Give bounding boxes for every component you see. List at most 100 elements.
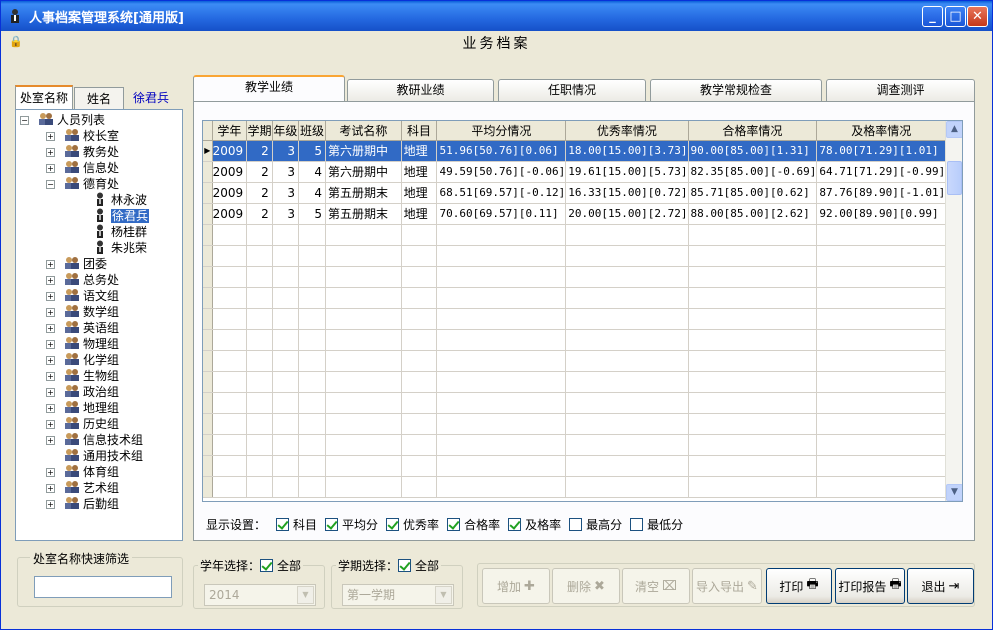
tree-node[interactable]: + 教务处 (16, 144, 182, 160)
table-row[interactable] (203, 413, 962, 435)
table-cell[interactable] (401, 413, 438, 435)
table-cell[interactable] (325, 224, 402, 246)
tab-survey-evaluation[interactable]: 调查测评 (826, 79, 975, 101)
close-button[interactable]: ✕ (967, 6, 988, 27)
table-cell[interactable]: 70.60[69.57][0.11] (436, 203, 567, 225)
tree-node[interactable]: + 地理组 (16, 400, 182, 416)
table-cell[interactable] (565, 371, 689, 393)
table-cell[interactable] (816, 266, 947, 288)
checkbox[interactable] (447, 518, 461, 531)
table-cell[interactable] (246, 308, 273, 330)
table-cell[interactable] (272, 224, 300, 246)
table-cell[interactable] (688, 371, 818, 393)
table-cell[interactable] (246, 245, 273, 267)
table-cell[interactable] (298, 434, 327, 456)
table-cell[interactable] (688, 350, 818, 372)
table-cell[interactable] (401, 245, 438, 267)
table-row[interactable] (203, 350, 962, 372)
table-cell[interactable] (212, 224, 248, 246)
table-cell[interactable] (436, 329, 567, 351)
scroll-down-icon[interactable]: ▼ (946, 484, 962, 501)
table-cell[interactable] (688, 224, 818, 246)
tree-node[interactable]: + 语文组 (16, 288, 182, 304)
display-option[interactable]: 最高分 (569, 516, 622, 533)
table-cell[interactable] (565, 245, 689, 267)
table-row[interactable] (203, 392, 962, 414)
row-indicator[interactable] (203, 161, 213, 183)
tree-node[interactable]: + 数学组 (16, 304, 182, 320)
table-cell[interactable] (565, 329, 689, 351)
tree-node[interactable]: 通用技术组 (16, 448, 182, 464)
column-header[interactable]: 考试名称 (325, 121, 402, 141)
checkbox[interactable] (508, 518, 522, 531)
row-indicator[interactable] (203, 371, 213, 393)
table-cell[interactable] (212, 413, 248, 435)
tree-node[interactable]: + 政治组 (16, 384, 182, 400)
table-cell[interactable]: 3 (272, 182, 300, 204)
table-cell[interactable] (246, 266, 273, 288)
table-cell[interactable] (565, 287, 689, 309)
table-cell[interactable] (298, 413, 327, 435)
column-header[interactable]: 学期 (246, 121, 273, 141)
term-select-combo[interactable]: 第一学期 ▼ (342, 584, 454, 606)
table-cell[interactable] (246, 329, 273, 351)
column-header[interactable]: 年级 (272, 121, 300, 141)
year-all-checkbox[interactable] (260, 559, 274, 572)
chevron-down-icon[interactable]: ▼ (297, 586, 314, 604)
table-cell[interactable] (401, 392, 438, 414)
expand-toggle[interactable]: + (46, 420, 55, 429)
expand-toggle[interactable]: + (46, 276, 55, 285)
table-cell[interactable] (212, 245, 248, 267)
table-cell[interactable] (298, 329, 327, 351)
tab-appointment[interactable]: 任职情况 (498, 79, 646, 101)
table-cell[interactable] (816, 434, 947, 456)
row-indicator[interactable] (203, 476, 213, 498)
tree-node[interactable]: + 艺术组 (16, 480, 182, 496)
table-cell[interactable] (298, 476, 327, 498)
row-indicator[interactable] (203, 224, 213, 246)
table-cell[interactable] (565, 413, 689, 435)
table-cell[interactable]: 第六册期中 (325, 140, 402, 162)
table-cell[interactable] (298, 455, 327, 477)
table-cell[interactable] (436, 392, 567, 414)
table-cell[interactable] (816, 371, 947, 393)
table-cell[interactable] (436, 308, 567, 330)
table-row[interactable] (203, 329, 962, 351)
table-cell[interactable] (565, 308, 689, 330)
column-header[interactable]: 优秀率情况 (565, 121, 689, 141)
table-cell[interactable] (246, 350, 273, 372)
table-cell[interactable]: 18.00[15.00][3.73] (565, 140, 689, 162)
display-option[interactable]: 合格率 (447, 516, 500, 533)
table-cell[interactable]: 16.33[15.00][0.72] (565, 182, 689, 204)
tree-node[interactable]: + 历史组 (16, 416, 182, 432)
expand-toggle[interactable]: + (46, 292, 55, 301)
table-cell[interactable] (688, 392, 818, 414)
expand-toggle[interactable]: + (46, 436, 55, 445)
table-cell[interactable]: 4 (298, 182, 327, 204)
table-cell[interactable]: 2009 (212, 140, 248, 162)
tab-routine-check[interactable]: 教学常规检查 (650, 79, 822, 101)
table-cell[interactable]: 64.71[71.29][-0.99] (816, 161, 947, 183)
table-cell[interactable] (436, 266, 567, 288)
table-cell[interactable]: 92.00[89.90][0.99] (816, 203, 947, 225)
table-cell[interactable]: 3 (272, 203, 300, 225)
table-cell[interactable] (816, 224, 947, 246)
table-cell[interactable]: 2 (246, 182, 273, 204)
table-cell[interactable] (816, 455, 947, 477)
tab-dept-name[interactable]: 处室名称 (15, 85, 74, 109)
table-cell[interactable] (688, 245, 818, 267)
table-cell[interactable] (436, 476, 567, 498)
table-row[interactable] (203, 476, 962, 498)
row-indicator[interactable] (203, 350, 213, 372)
table-cell[interactable] (272, 287, 300, 309)
table-cell[interactable] (688, 266, 818, 288)
expand-toggle[interactable]: + (46, 132, 55, 141)
table-cell[interactable] (816, 350, 947, 372)
display-option[interactable]: 及格率 (508, 516, 561, 533)
table-cell[interactable] (212, 287, 248, 309)
table-cell[interactable] (298, 392, 327, 414)
table-cell[interactable] (816, 413, 947, 435)
table-cell[interactable]: 2009 (212, 182, 248, 204)
tree-node[interactable]: + 生物组 (16, 368, 182, 384)
table-cell[interactable] (688, 476, 818, 498)
